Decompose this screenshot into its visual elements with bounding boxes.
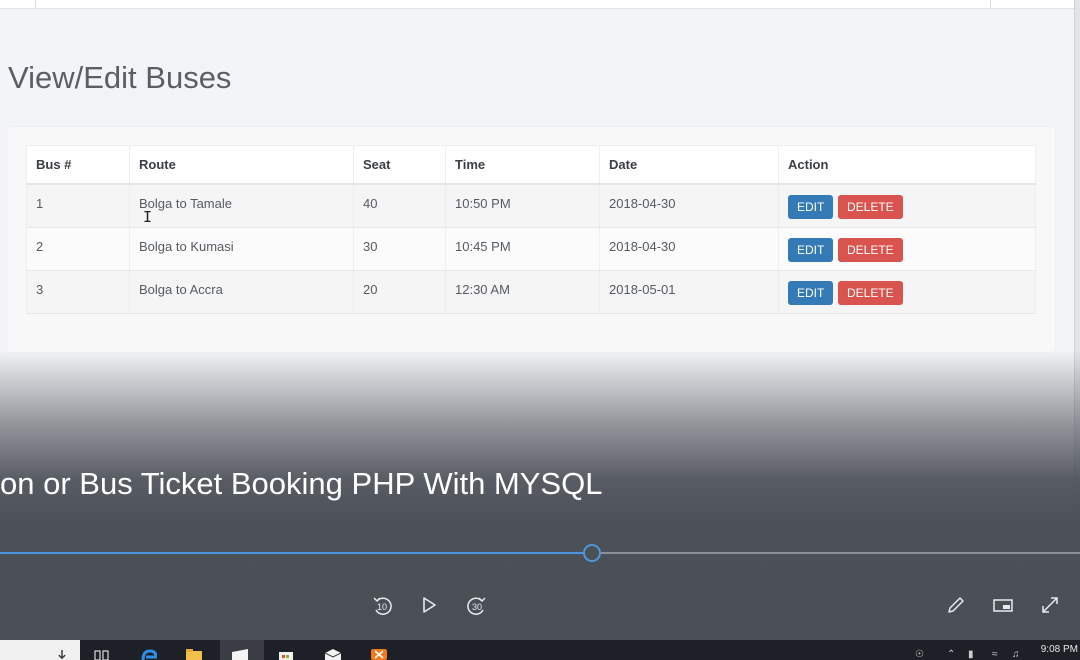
edit-video-button[interactable] — [941, 590, 971, 620]
wifi-icon[interactable]: ≈ — [992, 649, 998, 660]
rewind-10-button[interactable]: 10 — [367, 590, 397, 620]
chevron-up-icon[interactable]: ⌃ — [947, 649, 955, 660]
rewind-seconds-label: 10 — [376, 602, 387, 612]
time-cell: 10:50 PM — [445, 184, 600, 228]
time-cell: 10:45 PM — [445, 227, 600, 271]
edit-button[interactable]: EDIT — [788, 237, 834, 262]
time-cell: 12:30 AM — [445, 270, 600, 314]
seat-cell: 40 — [353, 184, 446, 228]
task-view-icon[interactable] — [94, 649, 110, 660]
play-button[interactable] — [414, 590, 444, 620]
edit-button[interactable]: EDIT — [788, 280, 834, 305]
mini-view-icon — [993, 599, 1013, 612]
play-icon — [423, 597, 436, 613]
header-divider — [990, 0, 991, 8]
table-row: 3 Bolga to Accra 20 12:30 AM 2018-05-01 … — [26, 270, 1036, 314]
buses-table: Bus # Route Seat Time Date Action 1 Bolg… — [26, 145, 1036, 314]
top-header-strip — [0, 0, 1075, 9]
pencil-icon — [948, 597, 964, 613]
delete-button[interactable]: DELETE — [837, 195, 903, 219]
battery-icon[interactable]: ▮ — [968, 649, 974, 660]
bus-number-cell: 1 — [26, 184, 130, 228]
xampp-icon[interactable] — [371, 649, 387, 660]
video-title: on or Bus Ticket Booking PHP With MYSQL — [0, 466, 603, 501]
table-row: 2 Bolga to Kumasi 30 10:45 PM 2018-04-30… — [26, 227, 1036, 271]
action-cell: EDIT DELETE — [778, 184, 1036, 228]
action-cell: EDIT DELETE — [778, 227, 1036, 271]
taskbar: ☉ ⌃ ▮ ≈ ♫ 9:08 PM — [0, 640, 1080, 660]
text-cursor-icon: I — [143, 208, 153, 226]
edit-button[interactable]: EDIT — [788, 195, 834, 219]
seek-bar[interactable] — [0, 544, 1080, 562]
fullscreen-button[interactable] — [1035, 590, 1065, 620]
forward-seconds-label: 30 — [471, 602, 482, 612]
column-header-date: Date — [599, 145, 779, 185]
microphone-icon[interactable] — [54, 649, 70, 660]
file-explorer-icon[interactable] — [186, 649, 202, 660]
table-header-row: Bus # Route Seat Time Date Action — [26, 145, 1036, 185]
bus-number-cell: 2 — [26, 227, 130, 271]
seat-cell: 30 — [353, 227, 446, 271]
movies-tv-icon[interactable] — [232, 649, 248, 660]
route-cell: Bolga to Accra — [129, 270, 354, 314]
volume-icon[interactable]: ♫ — [1012, 649, 1020, 660]
action-cell: EDIT DELETE — [778, 270, 1036, 314]
seek-thumb[interactable] — [582, 544, 601, 562]
date-cell: 2018-04-30 — [599, 227, 779, 271]
seek-progress — [0, 552, 591, 554]
bus-number-cell: 3 — [26, 270, 130, 314]
date-cell: 2018-04-30 — [599, 184, 779, 228]
page-title: View/Edit Buses — [8, 60, 232, 95]
table-row: 1 Bolga to Tamale 40 10:50 PM 2018-04-30… — [26, 184, 1036, 228]
column-header-route: Route — [129, 145, 354, 185]
forward-30-button[interactable]: 30 — [462, 590, 492, 620]
column-header-time: Time — [445, 145, 600, 185]
route-cell: Bolga to Kumasi — [129, 227, 354, 271]
column-header-seat: Seat — [353, 145, 446, 185]
route-cell: Bolga to Tamale — [129, 184, 354, 228]
fullscreen-icon — [1042, 597, 1058, 613]
clock[interactable]: 9:08 PM — [1041, 644, 1078, 655]
column-header-action: Action — [778, 145, 1036, 185]
delete-button[interactable]: DELETE — [837, 237, 903, 262]
column-header-bus: Bus # — [26, 145, 130, 185]
people-icon[interactable]: ☉ — [915, 649, 924, 660]
mail-icon[interactable] — [325, 649, 341, 660]
date-cell: 2018-05-01 — [599, 270, 779, 314]
header-divider — [35, 0, 36, 8]
delete-button[interactable]: DELETE — [837, 280, 903, 305]
edge-icon[interactable] — [141, 649, 157, 660]
store-icon[interactable] — [278, 649, 294, 660]
mini-view-button[interactable] — [988, 590, 1018, 620]
seat-cell: 20 — [353, 270, 446, 314]
